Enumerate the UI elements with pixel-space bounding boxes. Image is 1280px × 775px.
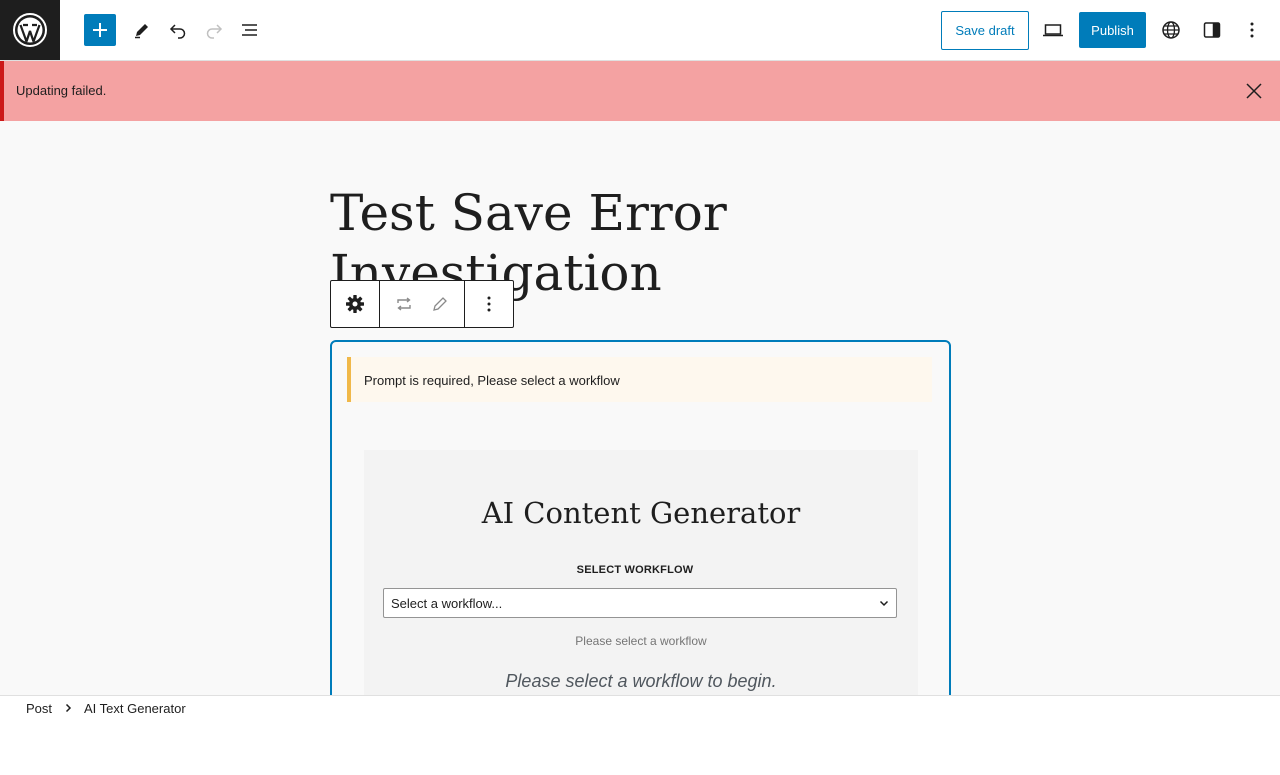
block-options-button[interactable] — [471, 281, 507, 327]
error-notice: Updating failed. — [0, 61, 1280, 121]
wordpress-logo-icon[interactable] — [0, 0, 60, 60]
breadcrumb-item-block[interactable]: AI Text Generator — [84, 701, 186, 716]
workflow-label: SELECT WORKFLOW — [576, 564, 694, 576]
warning-notice: Prompt is required, Please select a work… — [347, 357, 932, 402]
breadcrumb-item-post[interactable]: Post — [26, 701, 52, 716]
tools-button[interactable] — [126, 14, 158, 46]
warning-text: Prompt is required, Please select a work… — [364, 373, 620, 388]
language-button[interactable] — [1155, 14, 1187, 46]
globe-icon — [1162, 21, 1180, 39]
undo-button[interactable] — [162, 14, 194, 46]
undo-icon — [169, 24, 186, 39]
editor-canvas: Test Save Error Investigation Prompt is … — [0, 121, 1280, 695]
generator-title: AI Content Generator — [481, 496, 801, 530]
publish-button[interactable]: Publish — [1079, 12, 1146, 48]
close-icon — [1246, 83, 1262, 99]
close-notice-button[interactable] — [1242, 79, 1266, 103]
pencil-icon — [433, 297, 447, 311]
redo-icon — [206, 24, 223, 39]
block-breadcrumb: Post AI Text Generator — [0, 695, 1280, 720]
transform-button[interactable] — [386, 281, 422, 327]
pencil-icon — [135, 24, 148, 39]
laptop-icon — [1043, 24, 1063, 37]
list-view-icon — [242, 24, 257, 36]
block-options-group — [465, 281, 513, 327]
plus-icon — [93, 23, 107, 37]
ai-text-generator-block[interactable]: Prompt is required, Please select a work… — [330, 340, 951, 695]
add-block-button[interactable] — [84, 14, 116, 46]
chevron-down-icon — [879, 600, 889, 607]
block-toolbar — [330, 280, 514, 328]
settings-button[interactable] — [1196, 14, 1228, 46]
repeat-icon — [397, 297, 411, 311]
block-actions-group — [380, 281, 465, 327]
document-overview-button[interactable] — [234, 14, 266, 46]
editor-header: Save draft Publish — [0, 0, 1280, 61]
save-draft-button[interactable]: Save draft — [941, 11, 1029, 50]
gear-icon — [346, 295, 364, 313]
workflow-select-value: Select a workflow... — [391, 595, 503, 611]
more-vertical-icon — [1250, 22, 1254, 38]
workflow-help-text: Please select a workflow — [575, 634, 707, 648]
preview-button[interactable] — [1037, 14, 1069, 46]
redo-button[interactable] — [198, 14, 230, 46]
more-vertical-icon — [487, 296, 491, 312]
notice-text: Updating failed. — [16, 83, 107, 98]
workflow-select[interactable]: Select a workflow... — [383, 588, 897, 618]
generator-card: AI Content Generator SELECT WORKFLOW Sel… — [364, 450, 918, 695]
chevron-right-icon — [65, 703, 72, 713]
block-type-button[interactable] — [337, 281, 373, 327]
begin-message: Please select a workflow to begin. — [505, 671, 777, 691]
options-button[interactable] — [1236, 14, 1268, 46]
edit-button[interactable] — [422, 281, 458, 327]
block-type-group — [331, 281, 380, 327]
sidebar-icon — [1203, 22, 1221, 38]
